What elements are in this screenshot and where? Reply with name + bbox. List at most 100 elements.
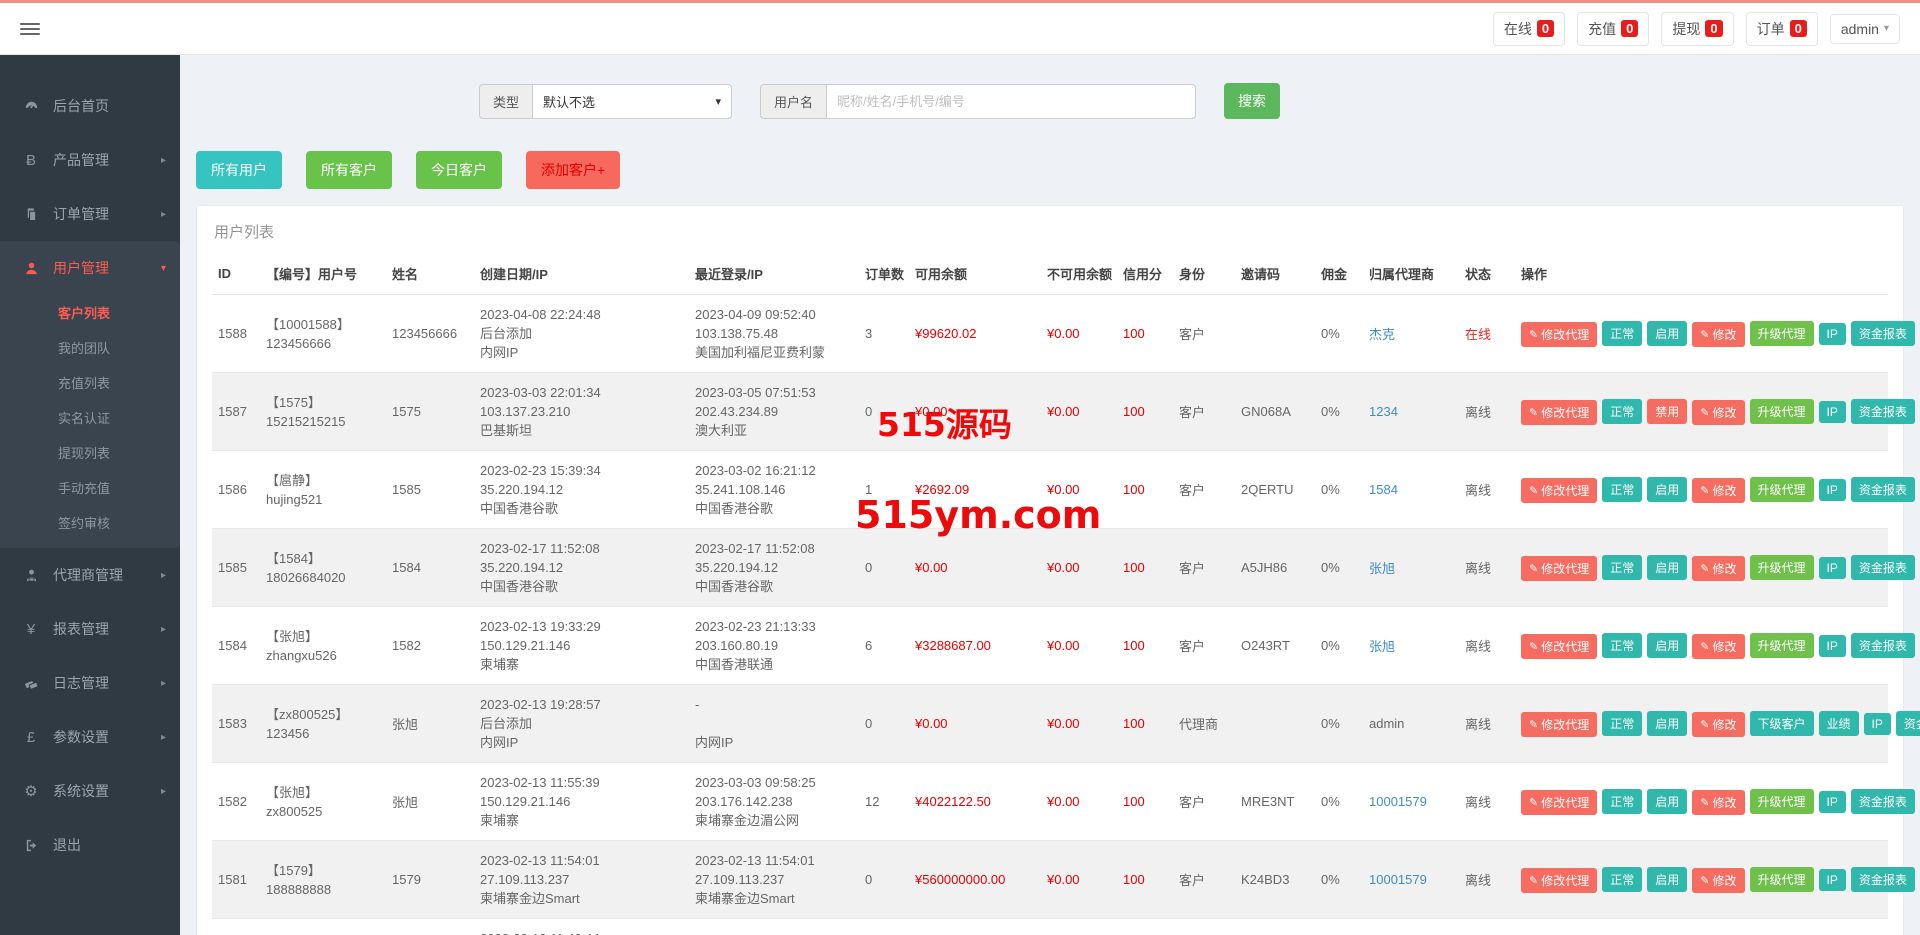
type-select[interactable]: 默认不选 ▾ — [532, 84, 732, 119]
row-action-edit-agent-button[interactable]: ✎修改代理 — [1521, 322, 1597, 347]
agent-link[interactable]: 张旭 — [1369, 561, 1395, 576]
topbar-stat-withdraw[interactable]: 提现0 — [1661, 12, 1733, 46]
row-action-edit-button[interactable]: ✎修改 — [1692, 634, 1744, 659]
agent-link[interactable]: 张旭 — [1369, 639, 1395, 654]
row-action-fund-report-button[interactable]: 资金报表 — [1851, 477, 1915, 502]
row-action-fund-report-button[interactable]: 资金报表 — [1851, 633, 1915, 658]
topbar-right: 在线0 充值0 提现0 订单0 admin ▾ — [1493, 12, 1900, 46]
sidebar-item-logs[interactable]: 日志管理▸ — [0, 656, 180, 710]
sidebar-item-withdraw-list[interactable]: 提现列表 — [0, 435, 180, 470]
row-action-fund-report-button[interactable]: 资金报表 — [1896, 711, 1920, 736]
cell-invite-code: A5JH86 — [1235, 529, 1315, 607]
row-action-ip-button[interactable]: IP — [1819, 635, 1846, 657]
row-action-normal-button[interactable]: 正常 — [1602, 789, 1642, 814]
row-action-edit-button[interactable]: ✎修改 — [1692, 868, 1744, 893]
row-action-ip-button[interactable]: IP — [1819, 323, 1846, 345]
sidebar-item-label: 退出 — [53, 835, 81, 855]
sidebar-item-realname-auth[interactable]: 实名认证 — [0, 400, 180, 435]
agent-link[interactable]: 10001579 — [1369, 794, 1427, 809]
row-action-normal-button[interactable]: 正常 — [1602, 711, 1642, 736]
sidebar-item-orders[interactable]: 订单管理▸ — [0, 187, 180, 241]
row-action-edit-button[interactable]: ✎修改 — [1692, 556, 1744, 581]
row-action-edit-agent-button[interactable]: ✎修改代理 — [1521, 634, 1597, 659]
row-action-enable-button[interactable]: 启用 — [1647, 555, 1687, 580]
row-action-ip-button[interactable]: IP — [1819, 869, 1846, 891]
row-action-ip-button[interactable]: IP — [1819, 791, 1846, 813]
row-action-upgrade-agent-button[interactable]: 升级代理 — [1750, 477, 1814, 502]
row-action-upgrade-agent-button[interactable]: 升级代理 — [1750, 321, 1814, 346]
row-action-edit-agent-button[interactable]: ✎修改代理 — [1521, 790, 1597, 815]
row-action-edit-button[interactable]: ✎修改 — [1692, 478, 1744, 503]
status-badge: 离线 — [1459, 529, 1515, 607]
sidebar-item-products[interactable]: Ƀ产品管理▸ — [0, 133, 180, 187]
row-action-fund-report-button[interactable]: 资金报表 — [1851, 399, 1915, 424]
row-action-edit-agent-button[interactable]: ✎修改代理 — [1521, 868, 1597, 893]
topbar-stat-order[interactable]: 订单0 — [1746, 12, 1818, 46]
row-action-edit-button[interactable]: ✎修改 — [1692, 712, 1744, 737]
row-action-normal-button[interactable]: 正常 — [1602, 555, 1642, 580]
row-action-fund-report-button[interactable]: 资金报表 — [1851, 321, 1915, 346]
row-action-performance-button[interactable]: 业绩 — [1819, 711, 1859, 736]
user-menu[interactable]: admin ▾ — [1830, 14, 1900, 44]
row-action-edit-agent-button[interactable]: ✎修改代理 — [1521, 712, 1597, 737]
row-action-ip-button[interactable]: IP — [1819, 557, 1846, 579]
row-action-ip-button[interactable]: IP — [1819, 479, 1846, 501]
row-action-edit-button[interactable]: ✎修改 — [1692, 322, 1744, 347]
agent-link[interactable]: 1234 — [1369, 404, 1398, 419]
row-action-normal-button[interactable]: 正常 — [1602, 321, 1642, 346]
sidebar-item-system[interactable]: ⚙系统设置▸ — [0, 764, 180, 818]
row-action-fund-report-button[interactable]: 资金报表 — [1851, 555, 1915, 580]
all-users-button[interactable]: 所有用户 — [196, 151, 282, 189]
cell-balance: ¥3288687.00 — [909, 607, 1041, 685]
row-action-upgrade-agent-button[interactable]: 升级代理 — [1750, 633, 1814, 658]
sidebar-item-customer-list[interactable]: 客户列表 — [0, 295, 180, 330]
row-action-sub-customers-button[interactable]: 下级客户 — [1750, 711, 1814, 736]
agent-link[interactable]: 1584 — [1369, 482, 1398, 497]
sidebar-item-manual-recharge[interactable]: 手动充值 — [0, 470, 180, 505]
sidebar-item-contract-audit[interactable]: 签约审核 — [0, 505, 180, 540]
sidebar-item-users[interactable]: 用户管理▾ — [0, 241, 180, 295]
search-button[interactable]: 搜索 — [1224, 83, 1280, 119]
row-action-disable-button[interactable]: 禁用 — [1647, 399, 1687, 424]
row-action-upgrade-agent-button[interactable]: 升级代理 — [1750, 867, 1814, 892]
topbar-stat-recharge[interactable]: 充值0 — [1577, 12, 1649, 46]
row-action-edit-agent-button[interactable]: ✎修改代理 — [1521, 556, 1597, 581]
row-action-fund-report-button[interactable]: 资金报表 — [1851, 789, 1915, 814]
row-action-fund-report-button[interactable]: 资金报表 — [1851, 867, 1915, 892]
row-action-edit-button[interactable]: ✎修改 — [1692, 790, 1744, 815]
row-action-enable-button[interactable]: 启用 — [1647, 867, 1687, 892]
sidebar-item-recharge-list[interactable]: 充值列表 — [0, 365, 180, 400]
row-action-ip-button[interactable]: IP — [1864, 713, 1891, 735]
agent-link[interactable]: 10001579 — [1369, 872, 1427, 887]
sidebar-item-logout[interactable]: 退出 — [0, 818, 180, 872]
add-customer-button[interactable]: 添加客户+ — [526, 151, 620, 189]
row-action-upgrade-agent-button[interactable]: 升级代理 — [1750, 789, 1814, 814]
row-action-enable-button[interactable]: 启用 — [1647, 321, 1687, 346]
row-action-upgrade-agent-button[interactable]: 升级代理 — [1750, 555, 1814, 580]
topbar-stat-online[interactable]: 在线0 — [1493, 12, 1565, 46]
today-customers-button[interactable]: 今日客户 — [416, 151, 502, 189]
row-action-normal-button[interactable]: 正常 — [1602, 867, 1642, 892]
row-action-edit-agent-button[interactable]: ✎修改代理 — [1521, 400, 1597, 425]
sidebar-item-my-team[interactable]: 我的团队 — [0, 330, 180, 365]
row-action-edit-agent-button[interactable]: ✎修改代理 — [1521, 478, 1597, 503]
cell-id: 1588 — [212, 295, 260, 373]
all-customers-button[interactable]: 所有客户 — [306, 151, 392, 189]
row-action-normal-button[interactable]: 正常 — [1602, 477, 1642, 502]
sidebar-item-dashboard[interactable]: 后台首页 — [0, 79, 180, 133]
agent-link[interactable]: 杰克 — [1369, 327, 1395, 342]
row-action-edit-button[interactable]: ✎修改 — [1692, 400, 1744, 425]
row-action-upgrade-agent-button[interactable]: 升级代理 — [1750, 399, 1814, 424]
sidebar-item-reports[interactable]: ¥报表管理▸ — [0, 602, 180, 656]
row-action-enable-button[interactable]: 启用 — [1647, 711, 1687, 736]
username-input[interactable] — [826, 84, 1196, 119]
sidebar-item-agents[interactable]: 代理商管理▸ — [0, 548, 180, 602]
row-action-normal-button[interactable]: 正常 — [1602, 399, 1642, 424]
row-action-ip-button[interactable]: IP — [1819, 401, 1846, 423]
menu-toggle-icon[interactable] — [20, 23, 40, 35]
row-action-enable-button[interactable]: 启用 — [1647, 789, 1687, 814]
sidebar-item-params[interactable]: £参数设置▸ — [0, 710, 180, 764]
row-action-enable-button[interactable]: 启用 — [1647, 477, 1687, 502]
row-action-normal-button[interactable]: 正常 — [1602, 633, 1642, 658]
row-action-enable-button[interactable]: 启用 — [1647, 633, 1687, 658]
